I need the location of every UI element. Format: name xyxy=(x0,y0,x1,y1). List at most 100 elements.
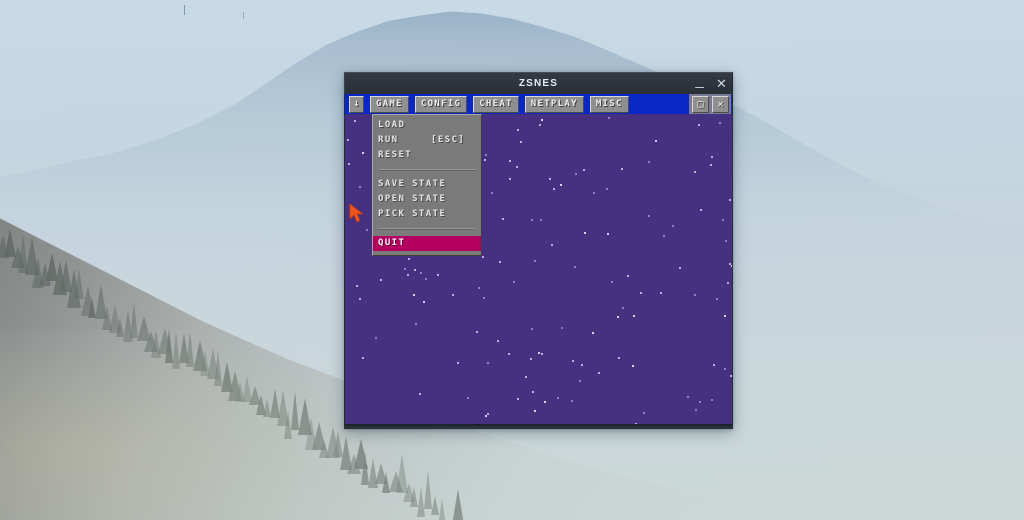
star xyxy=(632,365,634,367)
star xyxy=(415,323,417,325)
star xyxy=(722,219,724,221)
star xyxy=(618,357,620,359)
star xyxy=(531,219,533,221)
star xyxy=(711,156,713,158)
star xyxy=(499,261,501,263)
star xyxy=(593,192,595,194)
menu-option-reset[interactable]: RESET xyxy=(373,148,481,163)
star xyxy=(572,360,574,362)
star xyxy=(716,298,718,300)
star xyxy=(571,400,573,402)
star xyxy=(513,281,515,283)
star xyxy=(348,163,350,165)
star xyxy=(694,171,696,173)
menu-option-label: QUIT xyxy=(378,238,406,248)
window-titlebar[interactable]: ZSNES _ ✕ xyxy=(344,72,733,94)
star xyxy=(633,315,635,317)
star xyxy=(541,119,543,121)
menu-option-shortcut: [ESC] xyxy=(431,135,466,145)
star xyxy=(540,219,542,221)
star xyxy=(611,281,613,283)
star xyxy=(347,139,349,141)
star xyxy=(713,364,715,366)
star xyxy=(485,415,487,417)
menu-option-open-state[interactable]: OPEN STATE xyxy=(373,192,481,207)
game-dropdown-menu: LOAD RUN [ESC] RESET SAVE STATE OPEN STATE PIC… xyxy=(372,114,482,256)
minimize-icon[interactable]: _ xyxy=(693,73,706,88)
menu-separator xyxy=(379,228,475,230)
star xyxy=(672,225,674,227)
star xyxy=(622,307,624,309)
star xyxy=(694,294,696,296)
star xyxy=(627,275,629,277)
star xyxy=(557,397,559,399)
star xyxy=(509,178,511,180)
menu-option-quit[interactable]: QUIT xyxy=(373,236,481,251)
star xyxy=(655,140,657,142)
star xyxy=(520,141,522,143)
menu-option-label: RUN xyxy=(378,135,399,145)
star xyxy=(502,218,504,220)
star xyxy=(643,412,645,414)
star xyxy=(532,391,534,393)
zsnes-window: ZSNES _ ✕ ↓ GAME CONFIG CHEAT NETPLAY MI… xyxy=(344,72,733,429)
star xyxy=(452,294,454,296)
star xyxy=(561,327,563,329)
emulator-close-icon[interactable]: ✕ xyxy=(712,95,729,113)
star xyxy=(727,282,729,284)
star xyxy=(404,268,406,270)
desktop: ZSNES _ ✕ ↓ GAME CONFIG CHEAT NETPLAY MI… xyxy=(0,0,1024,520)
star xyxy=(663,235,665,237)
down-arrow-button[interactable]: ↓ xyxy=(349,95,364,113)
menu-separator xyxy=(379,169,475,171)
star xyxy=(579,380,581,382)
star xyxy=(598,372,600,374)
star xyxy=(534,260,536,262)
star xyxy=(574,266,576,268)
star xyxy=(423,301,425,303)
star xyxy=(560,184,562,186)
star xyxy=(584,232,586,234)
menu-option-run[interactable]: RUN [ESC] xyxy=(373,133,481,148)
menu-option-label: OPEN STATE xyxy=(378,194,447,204)
game-viewport[interactable]: LOAD RUN [ESC] RESET SAVE STATE OPEN STATE PIC… xyxy=(344,114,733,426)
star xyxy=(509,160,511,162)
menu-item-config[interactable]: CONFIG xyxy=(414,95,468,113)
star xyxy=(414,269,416,271)
close-icon[interactable]: ✕ xyxy=(715,77,728,90)
star xyxy=(419,393,421,395)
star xyxy=(525,376,527,378)
star xyxy=(375,337,377,339)
star xyxy=(482,256,484,258)
menu-option-label: RESET xyxy=(378,150,413,160)
menu-option-load[interactable]: LOAD xyxy=(373,118,481,133)
star xyxy=(420,272,422,274)
window-title: ZSNES xyxy=(518,78,559,89)
star xyxy=(362,152,364,154)
menu-option-save-state[interactable]: SAVE STATE xyxy=(373,177,481,192)
star xyxy=(530,358,532,360)
menu-item-misc[interactable]: MISC xyxy=(589,95,629,113)
star xyxy=(660,292,662,294)
menu-option-label: SAVE STATE xyxy=(378,179,447,189)
star xyxy=(700,209,702,211)
menu-item-cheat[interactable]: CHEAT xyxy=(473,95,519,113)
star xyxy=(724,368,726,370)
star xyxy=(366,229,368,231)
star xyxy=(531,328,533,330)
star xyxy=(457,362,459,364)
maximize-icon[interactable]: □ xyxy=(692,95,709,113)
star xyxy=(437,274,439,276)
star xyxy=(425,278,427,280)
star xyxy=(695,409,697,411)
star xyxy=(487,362,489,364)
star xyxy=(517,398,519,400)
star xyxy=(687,396,689,398)
menu-option-pick-state[interactable]: PICK STATE xyxy=(373,207,481,222)
star xyxy=(484,159,486,161)
star xyxy=(719,122,721,124)
menu-item-game[interactable]: GAME xyxy=(370,95,409,113)
star xyxy=(487,413,489,415)
star xyxy=(640,292,642,294)
menu-item-netplay[interactable]: NETPLAY xyxy=(524,95,584,113)
